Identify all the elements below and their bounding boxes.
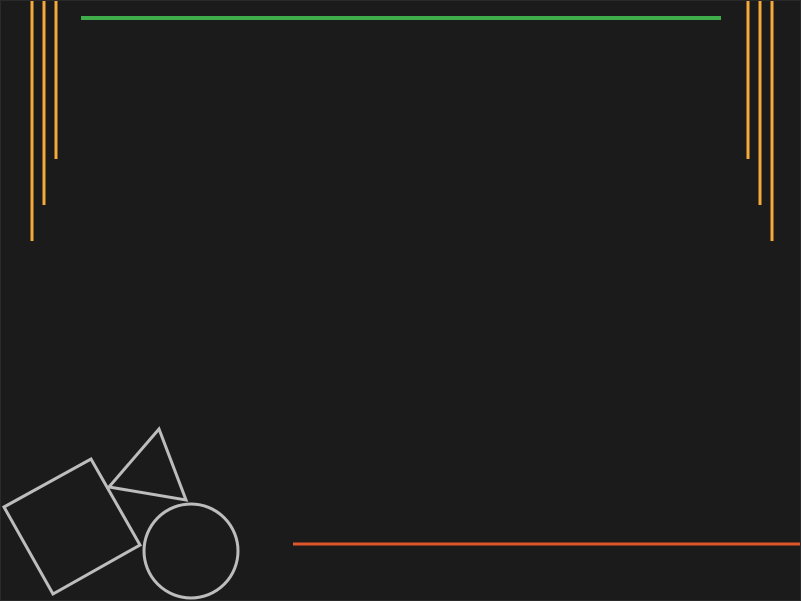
decoration-layer xyxy=(1,1,800,600)
left-corner-lines xyxy=(30,1,58,241)
circle-outline-icon xyxy=(142,502,240,600)
slide-canvas xyxy=(0,0,801,601)
triangle-outline-icon xyxy=(106,426,189,502)
square-outline-icon xyxy=(1,456,143,597)
right-corner-lines xyxy=(746,1,774,241)
shapes-group xyxy=(1,426,240,600)
